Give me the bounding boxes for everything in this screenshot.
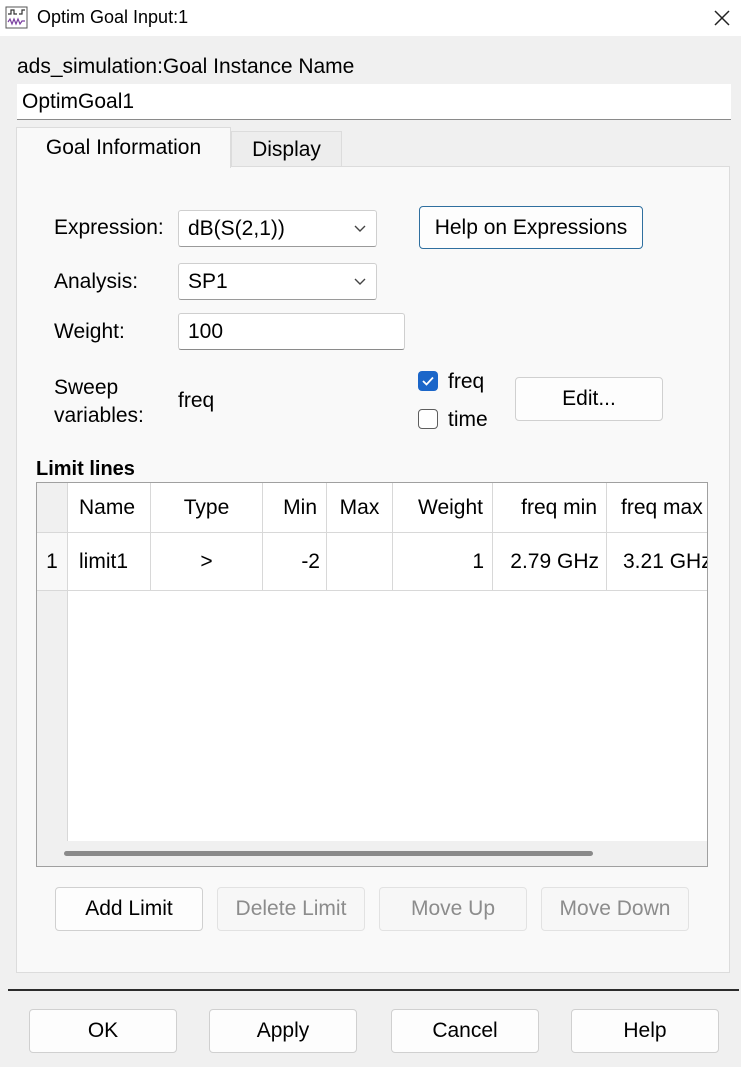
instance-name-input[interactable] (17, 84, 731, 120)
help-button[interactable]: Help (571, 1009, 719, 1053)
column-header-weight[interactable]: Weight (393, 483, 493, 533)
move-down-button[interactable]: Move Down (541, 887, 689, 931)
close-icon (713, 10, 730, 26)
column-header-freq-min[interactable]: freq min (493, 483, 607, 533)
tab-goal-information[interactable]: Goal Information (16, 127, 231, 168)
column-header-type[interactable]: Type (151, 483, 263, 533)
chevron-down-icon (354, 225, 366, 232)
footer-separator (8, 989, 739, 991)
apply-button[interactable]: Apply (209, 1009, 357, 1053)
analysis-combobox[interactable]: SP1 (178, 263, 377, 300)
edit-sweep-button[interactable]: Edit... (515, 377, 663, 421)
table-cell-max[interactable] (327, 533, 393, 591)
row-header-1[interactable]: 1 (37, 533, 68, 591)
column-header-freq-max[interactable]: freq max (607, 483, 707, 533)
expression-combobox[interactable]: dB(S(2,1)) (178, 210, 377, 247)
table-corner (37, 483, 68, 533)
table-cell-min[interactable]: -2 (263, 533, 327, 591)
window-title: Optim Goal Input:1 (37, 7, 189, 27)
add-limit-button[interactable]: Add Limit (55, 887, 203, 931)
instance-name-label: ads_simulation:Goal Instance Name (17, 55, 355, 78)
row-header-empty (37, 591, 68, 841)
sweep-variables-value: freq (178, 389, 215, 412)
move-up-button[interactable]: Move Up (379, 887, 527, 931)
horizontal-scrollbar[interactable] (37, 841, 707, 866)
table-cell-weight[interactable]: 1 (393, 533, 493, 591)
title-bar: Optim Goal Input:1 (0, 0, 741, 36)
table-empty-area (68, 591, 707, 841)
sweep-variables-label: Sweep variables: (54, 374, 144, 430)
analysis-label: Analysis: (54, 270, 139, 293)
time-checkbox-label[interactable]: time (448, 408, 488, 432)
limit-lines-table[interactable]: Name Type Min Max Weight freq min freq m… (36, 482, 708, 867)
scrollbar-thumb[interactable] (64, 851, 593, 856)
limit-lines-title: Limit lines (36, 458, 135, 480)
weight-input[interactable]: 100 (178, 313, 405, 350)
chevron-down-icon (354, 278, 366, 285)
table-cell-type[interactable]: > (151, 533, 263, 591)
column-header-min[interactable]: Min (263, 483, 327, 533)
weight-label: Weight: (54, 320, 125, 343)
freq-checkbox-label[interactable]: freq (448, 370, 484, 394)
sweep-label-line1: Sweep (54, 376, 119, 399)
table-cell-freq-min[interactable]: 2.79 GHz (493, 533, 607, 591)
close-button[interactable] (702, 0, 741, 36)
help-on-expressions-button[interactable]: Help on Expressions (419, 206, 643, 249)
freq-checkbox[interactable] (418, 371, 438, 391)
time-checkbox[interactable] (418, 409, 438, 429)
expression-value: dB(S(2,1)) (188, 216, 285, 240)
expression-label: Expression: (54, 216, 164, 239)
analysis-value: SP1 (188, 269, 228, 293)
delete-limit-button[interactable]: Delete Limit (217, 887, 365, 931)
sweep-label-line2: variables: (54, 404, 144, 427)
tab-display[interactable]: Display (231, 131, 342, 167)
checkmark-icon (422, 376, 434, 386)
ok-button[interactable]: OK (29, 1009, 177, 1053)
table-cell-freq-max[interactable]: 3.21 GHz (607, 533, 707, 591)
column-header-name[interactable]: Name (68, 483, 151, 533)
column-header-max[interactable]: Max (327, 483, 393, 533)
schematic-app-icon (5, 6, 28, 29)
cancel-button[interactable]: Cancel (391, 1009, 539, 1053)
table-cell-name[interactable]: limit1 (68, 533, 151, 591)
